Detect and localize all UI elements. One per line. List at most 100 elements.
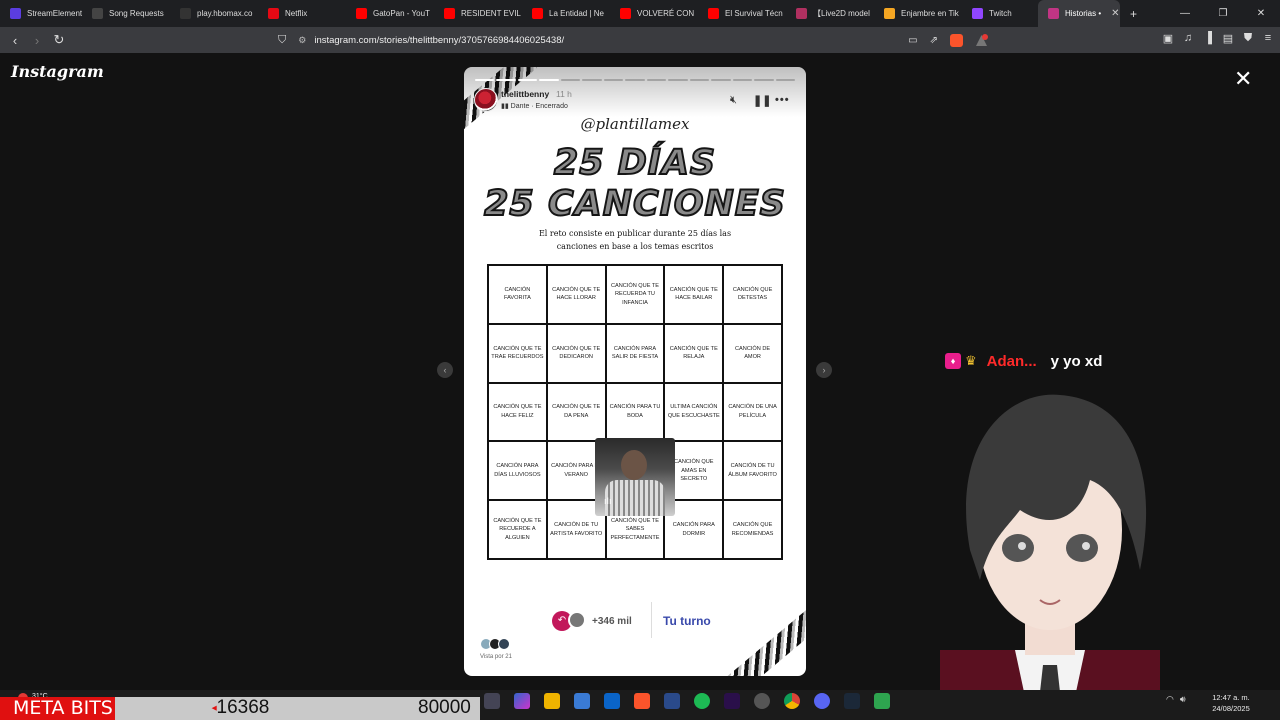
tab-favicon-icon [620,8,631,19]
sidebar-icon[interactable]: ▐ [1202,32,1214,45]
site-settings-icon[interactable]: ⚙ [298,35,306,46]
progress-segment [646,79,667,81]
address-actions: ▭ ⇗ [908,34,1000,47]
grid-cell: Canción que detestas [723,265,782,324]
progress-segment [582,79,602,81]
discord-icon[interactable] [814,693,830,709]
grid-cell: Canción que te recuerde a alguien [488,500,547,559]
reaction-avatar [568,611,586,629]
template-handle: @plantillamex [580,115,690,133]
app-icon[interactable] [874,693,890,709]
minimize-button[interactable]: — [1166,8,1204,19]
store-icon[interactable] [574,693,590,709]
tab-favicon-icon [884,8,895,19]
tab-title: VOLVERÉ CON [637,9,695,18]
challenge-title-line1: 25 DÍAS [553,142,717,184]
vpn-icon[interactable]: ⛊ [1242,32,1254,45]
tab-title: La Entidad | Ne [549,9,605,18]
new-tab-button[interactable]: + [1120,7,1147,21]
menu-icon[interactable]: ≡ [1262,32,1274,45]
wallet-icon[interactable]: ▤ [1222,32,1234,45]
volume-icon[interactable]: 🔊︎ [1180,694,1186,705]
tab-favicon-icon [1048,8,1059,19]
premiere-icon[interactable] [724,693,740,709]
spotify-icon[interactable] [694,693,710,709]
browser-tab[interactable]: GatoPan - YouT [346,0,434,27]
music-icon[interactable]: ♫ [1182,32,1194,45]
browser-tab[interactable]: Historias • ✕ [1038,0,1120,27]
mute-icon[interactable]: 🔇︎ [730,94,737,107]
story-time: 11 h [556,89,572,99]
tab-title: Enjambre en Tik [901,9,959,18]
browser-tab[interactable]: La Entidad | Ne [522,0,610,27]
user-avatar[interactable] [474,88,498,112]
network-icon[interactable]: ◠ [1166,694,1174,705]
clock-date: 24/08/2025 [1212,704,1250,713]
bookmark-icon[interactable]: ⛉ [278,34,286,47]
brave-shields-icon[interactable] [950,34,963,47]
close-story-button[interactable]: ✕ [1234,66,1252,92]
url-text[interactable]: instagram.com/stories/thelittbenny/37057… [314,35,564,46]
app-icon[interactable] [664,693,680,709]
person-head [621,450,647,480]
vtuber-avatar [940,394,1160,720]
task-view-icon[interactable] [484,693,500,709]
grid-cell: Canción que te recuerda tu infancia [605,265,665,324]
tab-favicon-icon [444,8,455,19]
browser-tab[interactable]: Netflix [258,0,346,27]
reload-button[interactable]: ↻ [48,32,70,48]
story-music[interactable]: ▮▮ Dante · Encerrado [501,102,568,110]
browser-tab[interactable]: StreamElement [0,0,82,27]
browser-tab[interactable]: Twitch [962,0,1038,27]
brave-rewards-icon[interactable] [975,34,988,47]
taskbar-clock[interactable]: 12:47 a. m. 24/08/2025 [1206,692,1256,714]
music-video-thumbnail[interactable]: ıIı [595,438,675,516]
browser-tab[interactable]: Song Requests [82,0,170,27]
previous-story-button[interactable]: ‹ [437,362,453,378]
tab-favicon-icon [532,8,543,19]
instagram-logo[interactable]: Instagram [11,62,104,81]
chrome-icon[interactable] [784,693,800,709]
file-explorer-icon[interactable] [544,693,560,709]
gem-badge-icon: ♦ [945,353,961,369]
close-window-button[interactable]: ✕ [1242,8,1280,19]
story-username[interactable]: thelittbenny [501,89,549,99]
obs-icon[interactable] [754,693,770,709]
progress-segment [603,79,624,81]
browser-tab[interactable]: VOLVERÉ CON [610,0,698,27]
pause-icon[interactable]: ❚❚ [753,94,771,107]
reader-icon[interactable]: ▣ [1162,32,1174,45]
browser-tab[interactable]: RESIDENT EVIL [434,0,522,27]
cast-icon[interactable]: ▭ [908,35,917,46]
maximize-button[interactable]: ❐ [1204,8,1242,19]
window-controls: — ❐ ✕ [1166,0,1280,27]
viewed-by-label[interactable]: Vista por 21 [480,654,512,660]
your-turn-button[interactable]: Tu turno [663,614,711,628]
next-story-button[interactable]: › [816,362,832,378]
close-tab-icon[interactable]: ✕ [1111,8,1119,19]
grid-cell: Canción para salir de fiesta [605,323,665,383]
chat-text: y yo xd [1050,352,1103,370]
bits-goal-overlay: META BITS ◂16368 80000 [0,697,480,720]
copilot-icon[interactable] [514,693,530,709]
brave-icon[interactable] [634,693,650,709]
more-options-icon[interactable]: ••• [775,94,790,106]
browser-tab[interactable]: El Survival Técn [698,0,786,27]
browser-tab[interactable]: Enjambre en Tik [874,0,962,27]
browser-tab[interactable]: 【Live2D model [786,0,874,27]
outlook-icon[interactable] [604,693,620,709]
progress-segment [560,79,581,81]
tab-title: GatoPan - YouT [373,9,430,18]
toolbar-right: ▣ ♫ ▐ ▤ ⛊ ≡ [1154,32,1274,45]
back-button[interactable]: ‹ [4,33,26,48]
browser-tab[interactable]: play.hbomax.co [170,0,258,27]
grid-cell: Canción de una película [723,382,782,442]
bits-current: ◂16368 [212,697,269,719]
chat-message: ♦ ♛ Adan... y yo xd [945,351,1102,371]
story-viewer[interactable]: thelittbenny 11 h ▮▮ Dante · Encerrado 🔇… [464,67,806,676]
forward-button[interactable]: › [26,33,48,48]
grid-cell: Canción que te dedicaron [546,323,606,383]
steam-icon[interactable] [844,693,860,709]
address-bar[interactable]: ⛉ ⚙ instagram.com/stories/thelittbenny/3… [278,30,1000,50]
share-icon[interactable]: ⇗ [930,35,938,46]
